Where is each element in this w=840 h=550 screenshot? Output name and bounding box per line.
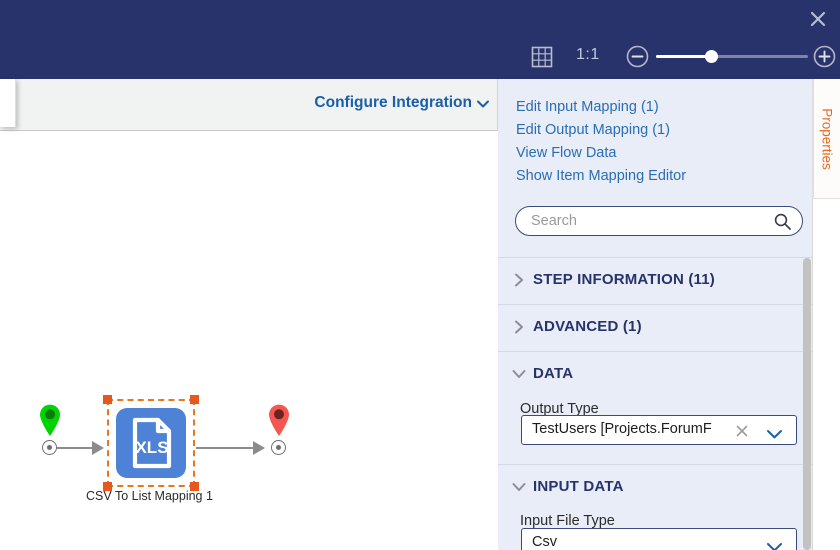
canvas-header: Configure Integration xyxy=(0,79,498,131)
search-box[interactable] xyxy=(515,206,803,236)
zoom-slider-knob[interactable] xyxy=(705,50,718,63)
section-data-header[interactable]: DATA xyxy=(498,352,812,399)
search-icon[interactable] xyxy=(774,213,791,230)
input-file-type-label: Input File Type xyxy=(520,513,615,529)
chevron-down-icon xyxy=(511,479,527,495)
output-type-combo[interactable]: TestUsers [Projects.ForumF xyxy=(521,415,797,445)
left-panel-stub[interactable] xyxy=(0,79,16,127)
zoom-in-icon[interactable] xyxy=(813,45,836,68)
link-edit-input-mapping[interactable]: Edit Input Mapping (1) xyxy=(516,99,659,115)
zoom-slider-fill xyxy=(656,55,711,58)
section-data-title: DATA xyxy=(533,365,574,382)
chevron-down-icon[interactable] xyxy=(766,426,783,439)
configure-integration-button[interactable]: Configure Integration xyxy=(314,94,472,112)
properties-panel: Edit Input Mapping (1) Edit Output Mappi… xyxy=(498,79,812,550)
close-icon[interactable] xyxy=(804,5,832,33)
tab-properties-label: Properties xyxy=(819,107,835,170)
link-edit-output-mapping[interactable]: Edit Output Mapping (1) xyxy=(516,122,670,138)
app-root: 1:1 Configure Integration XLS CSV To Lis… xyxy=(0,0,840,550)
section-input-data-header[interactable]: INPUT DATA xyxy=(498,465,812,512)
section-advanced[interactable]: ADVANCED (1) xyxy=(498,304,812,351)
resize-handle-top-right[interactable] xyxy=(190,395,199,404)
chevron-right-icon xyxy=(511,319,527,335)
edge-end-arrowhead xyxy=(253,441,265,455)
edge-start-arrowhead xyxy=(92,441,104,455)
resize-handle-top-left[interactable] xyxy=(103,395,112,404)
svg-text:XLS: XLS xyxy=(135,438,168,457)
flow-canvas[interactable]: XLS CSV To List Mapping 1 xyxy=(0,131,498,550)
chevron-down-icon xyxy=(511,366,527,382)
link-show-item-mapping-editor[interactable]: Show Item Mapping Editor xyxy=(516,168,686,184)
search-input[interactable] xyxy=(531,207,766,235)
zoom-out-icon[interactable] xyxy=(626,45,649,68)
end-pin-icon xyxy=(267,403,291,437)
chevron-down-icon[interactable] xyxy=(766,539,783,550)
output-type-value: TestUsers [Projects.ForumF xyxy=(532,421,712,437)
section-step-information[interactable]: STEP INFORMATION (11) xyxy=(498,257,812,304)
xls-node-icon[interactable]: XLS xyxy=(116,408,186,478)
chevron-down-icon[interactable] xyxy=(476,97,490,111)
section-step-information-header[interactable]: STEP INFORMATION (11) xyxy=(498,258,812,305)
tab-properties[interactable]: Properties xyxy=(812,79,840,199)
section-input-data-title: INPUT DATA xyxy=(533,478,624,495)
start-port[interactable] xyxy=(42,440,57,455)
zoom-slider[interactable] xyxy=(656,50,808,63)
top-toolbar xyxy=(0,0,840,79)
edge-node-to-end xyxy=(196,447,258,449)
section-advanced-title: ADVANCED (1) xyxy=(533,318,642,335)
section-advanced-header[interactable]: ADVANCED (1) xyxy=(498,305,812,352)
start-pin-icon xyxy=(38,403,62,437)
zoom-ratio-label[interactable]: 1:1 xyxy=(576,46,600,64)
input-file-type-value: Csv xyxy=(532,534,557,550)
chevron-right-icon xyxy=(511,272,527,288)
properties-panel-scrollbar[interactable] xyxy=(803,258,811,550)
end-port[interactable] xyxy=(271,440,286,455)
input-file-type-combo[interactable]: Csv xyxy=(521,528,797,550)
node-label: CSV To List Mapping 1 xyxy=(86,489,213,503)
link-view-flow-data[interactable]: View Flow Data xyxy=(516,145,616,161)
close-icon[interactable] xyxy=(735,424,749,438)
section-step-information-title: STEP INFORMATION (11) xyxy=(533,271,715,288)
grid-icon[interactable] xyxy=(530,45,554,69)
